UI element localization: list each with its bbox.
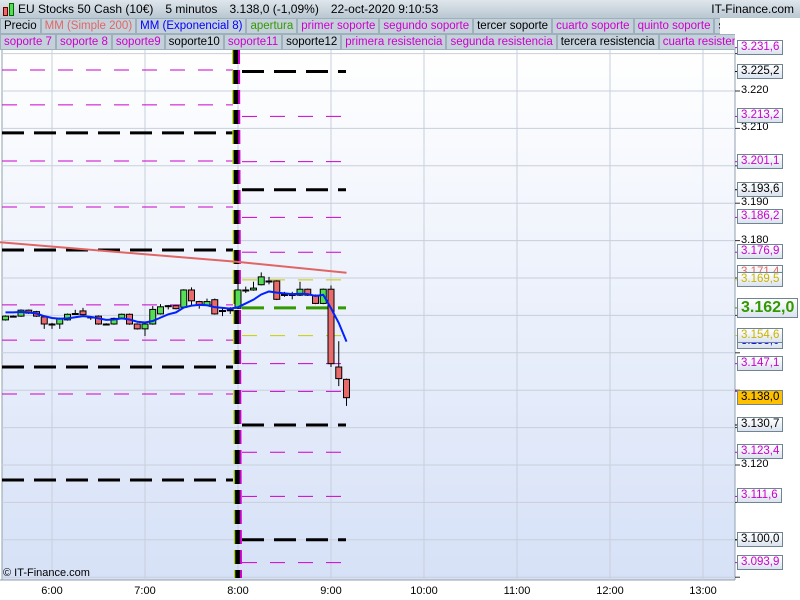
legend-item[interactable]: primera resistencia <box>341 34 447 50</box>
level-price-label: 3.186,2 <box>737 209 784 225</box>
x-tick-label: 13:00 <box>689 585 717 597</box>
candle-body <box>48 323 56 326</box>
legend-item[interactable]: soporte12 <box>282 34 342 50</box>
legend-item[interactable]: Precio <box>0 18 41 34</box>
candle-body <box>219 310 226 313</box>
x-tick-label: 10:00 <box>410 585 438 597</box>
candle-body <box>327 288 335 365</box>
candle-body <box>226 309 234 312</box>
candle-body <box>242 289 250 292</box>
candle-body <box>188 289 195 302</box>
legend-item[interactable]: sexto soporte <box>714 18 720 34</box>
legend-item[interactable]: segundo soporte <box>379 18 474 34</box>
candle-body <box>172 305 180 310</box>
level-price-label: 3.123,4 <box>737 444 784 460</box>
x-tick-label: 12:00 <box>596 585 624 597</box>
last-price: 3.138,0 (-1,09%) <box>229 2 319 16</box>
datetime: 22-oct-2020 9:10:53 <box>330 2 439 16</box>
legend-item[interactable]: tercer soporte <box>473 18 553 34</box>
current-price-label: 3.138,0 <box>737 389 784 405</box>
candle-body <box>102 323 110 326</box>
level-price-label: 3.130,7 <box>737 416 784 432</box>
x-tick-label: 11:00 <box>503 585 531 597</box>
candle-body <box>79 310 87 316</box>
candle-body <box>164 305 172 308</box>
candle-body <box>257 276 265 286</box>
candle-body <box>250 287 257 291</box>
legend-item[interactable]: soporte9 <box>111 34 165 50</box>
level-price-label: 3.193,6 <box>737 181 784 197</box>
legend-item[interactable]: quinto soporte <box>633 18 715 34</box>
y-tick-label: 3.120 <box>741 458 769 470</box>
candle-body <box>157 306 164 315</box>
level-price-label: 3.201,1 <box>737 153 784 169</box>
x-tick-label: 7:00 <box>134 585 156 597</box>
legend-item[interactable]: soporte 8 <box>55 34 112 50</box>
time-axis-bg <box>0 580 800 600</box>
candle-body <box>281 293 288 296</box>
instrument-title: EU Stocks 50 Cash (10€) <box>18 2 154 16</box>
level-price-label: 3.154,6 <box>737 327 784 343</box>
legend-item[interactable]: soporte 7 <box>0 34 56 50</box>
y-tick-label: 3.190 <box>741 196 769 209</box>
candle-body <box>180 289 188 308</box>
legend-item[interactable]: primer soporte <box>297 18 380 34</box>
legend-item[interactable]: MM (Exponencial 8) <box>136 18 247 34</box>
candle-body <box>273 280 281 300</box>
level-price-label: 3.147,1 <box>737 355 784 371</box>
candle-body <box>133 323 141 330</box>
candle-body <box>265 280 273 283</box>
candle-body <box>141 323 149 330</box>
level-price-label: 3.176,9 <box>737 244 784 260</box>
candle-body <box>71 313 79 316</box>
candle-body <box>9 315 17 318</box>
legend-item[interactable]: soporte11 <box>223 34 283 50</box>
candle-body <box>40 316 48 325</box>
legend-item[interactable]: cuarta resistencia <box>658 34 735 50</box>
level-price-label: 3.213,2 <box>737 108 784 124</box>
title-bar: EU Stocks 50 Cash (10€) 5 minutos 3.138,… <box>0 0 800 18</box>
x-tick-label: 9:00 <box>320 585 342 597</box>
legend-item[interactable]: MM (Simple 200) <box>40 18 137 34</box>
level-price-label: 3.162,0 <box>737 297 799 318</box>
brand: IT-Finance.com <box>711 2 794 16</box>
copyright: © IT-Finance.com <box>3 567 90 579</box>
legend-item[interactable]: segunda resistencia <box>446 34 557 50</box>
candle-body <box>335 366 343 380</box>
legend-item[interactable]: apertura <box>246 18 298 34</box>
legend-item[interactable]: soporte10 <box>164 34 224 50</box>
candle-body <box>2 315 9 321</box>
legend-row-1: Precio MM (Simple 200) MM (Exponencial 8) a… <box>0 18 720 34</box>
level-price-label: 3.225,2 <box>737 63 784 79</box>
level-price-label: 3.100,0 <box>737 531 784 547</box>
level-price-label: 3.231,6 <box>737 39 784 55</box>
legend-row-2: soporte 7 soporte 8 soporte9 soporte10 sopor… <box>0 34 735 50</box>
plot-area <box>1 47 736 581</box>
price-chart <box>0 47 800 600</box>
candlestick-icon <box>3 2 14 16</box>
legend-item[interactable]: cuarto soporte <box>552 18 634 34</box>
candle-body <box>343 378 350 399</box>
level-price-label: 3.093,9 <box>737 554 784 570</box>
legend-item[interactable]: tercera resistencia <box>556 34 659 50</box>
timeframe: 5 minutos <box>165 2 218 16</box>
x-tick-label: 8:00 <box>227 585 249 597</box>
level-price-label: 3.169,5 <box>737 271 784 287</box>
level-price-label: 3.111,6 <box>737 488 782 504</box>
x-tick-label: 6:00 <box>41 585 63 597</box>
y-tick-label: 3.220 <box>741 84 769 96</box>
